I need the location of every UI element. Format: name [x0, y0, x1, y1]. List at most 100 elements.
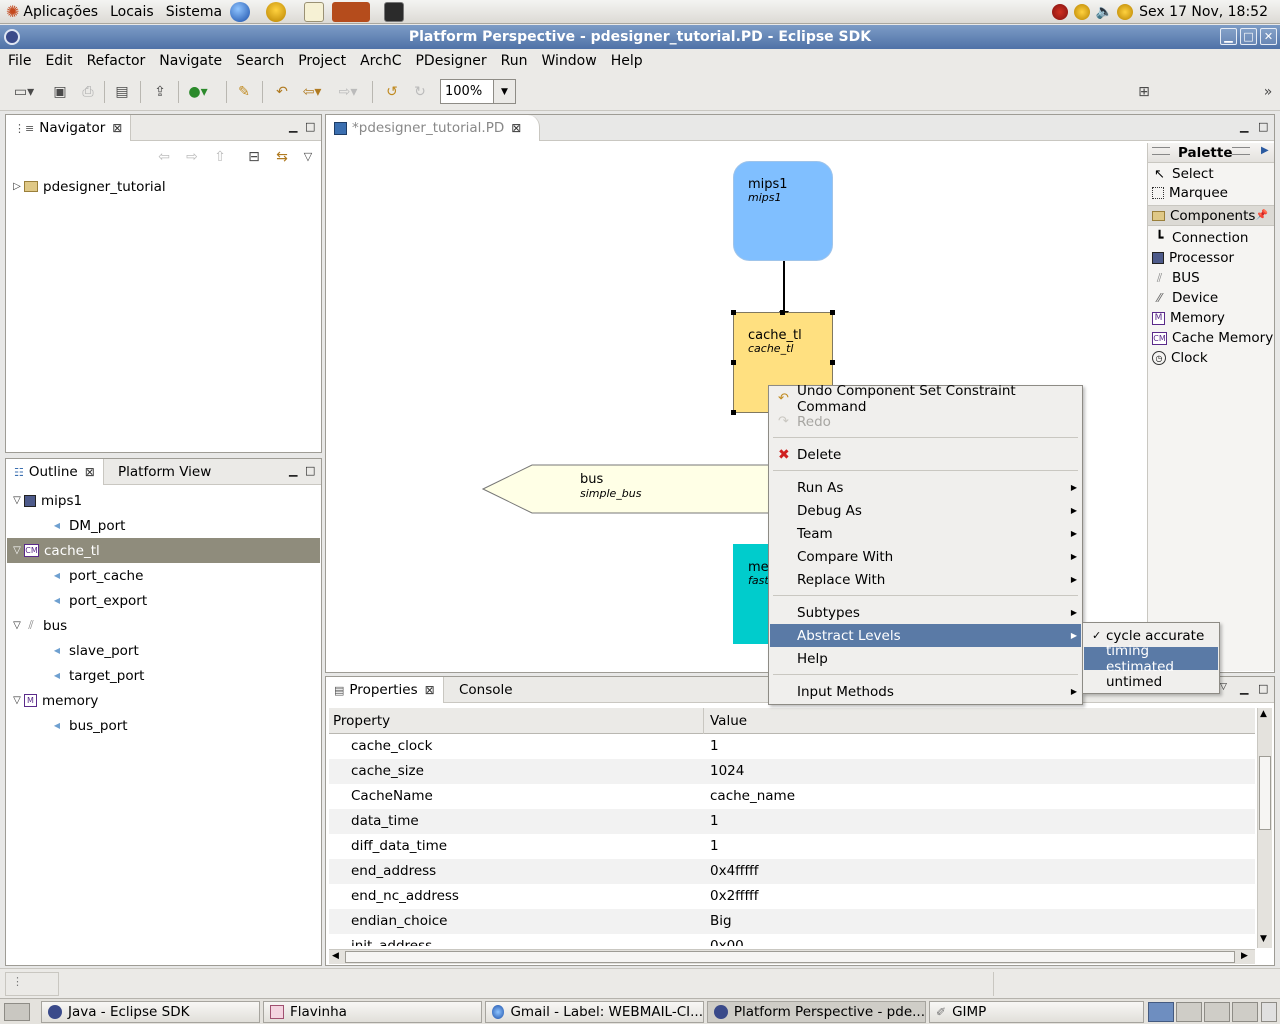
resize-handle[interactable]	[731, 410, 736, 415]
volume-icon[interactable]: 🔈	[1096, 4, 1113, 20]
maximize-icon[interactable]: □	[1258, 682, 1268, 695]
collapse-icon[interactable]: ▽	[10, 695, 24, 706]
table-row[interactable]: CacheName cache_name	[329, 784, 1255, 809]
tree-item-memory[interactable]: ▽ M memory	[10, 688, 98, 713]
menu-run[interactable]: Run	[494, 53, 535, 69]
places-menu[interactable]: Locais	[104, 4, 160, 20]
palette-tool-marquee[interactable]: Marquee	[1152, 183, 1228, 203]
scroll-down-icon[interactable]: ▼	[1260, 934, 1267, 944]
palette-drawer-components[interactable]: Components 📌	[1148, 205, 1274, 226]
zoom-dropdown-button[interactable]: ▼	[493, 80, 515, 103]
table-row[interactable]: end_nc_address 0x2fffff	[329, 884, 1255, 909]
property-value[interactable]: 0x2fffff	[710, 888, 759, 904]
save-icon[interactable]: ▣	[50, 82, 70, 102]
collapse-all-icon[interactable]: ⊟	[244, 147, 264, 167]
property-value[interactable]: cache_name	[710, 788, 795, 804]
table-row[interactable]: endian_choice Big	[329, 909, 1255, 934]
palette-collapse-icon[interactable]: ▶	[1261, 145, 1269, 156]
tab-console[interactable]: Console	[451, 677, 521, 703]
menu-item-abstract-levels[interactable]: Abstract Levels ▶	[770, 624, 1081, 647]
text-editor-launcher-icon[interactable]	[304, 1, 325, 22]
minimize-window-button[interactable]: ▁	[1220, 28, 1237, 45]
menu-item-subtypes[interactable]: Subtypes ▶	[770, 601, 1081, 624]
applications-menu[interactable]: ✺ Aplicações	[0, 2, 104, 21]
table-row[interactable]: diff_data_time 1	[329, 834, 1255, 859]
menu-item-replace-with[interactable]: Replace With ▶	[770, 568, 1081, 591]
table-row[interactable]: end_address 0x4fffff	[329, 859, 1255, 884]
resize-handle[interactable]	[731, 360, 736, 365]
property-value[interactable]: 1	[710, 738, 719, 754]
property-value[interactable]: 0x4fffff	[710, 863, 759, 879]
app-launcher-icon[interactable]	[332, 1, 371, 22]
tray-alert-icon[interactable]	[1051, 3, 1068, 20]
tray-messenger-icon[interactable]	[1073, 3, 1090, 20]
property-value[interactable]: Big	[710, 913, 732, 929]
menu-item-input-methods[interactable]: Input Methods ▶	[770, 680, 1081, 703]
table-row[interactable]: cache_size 1024	[329, 759, 1255, 784]
palette-item-cache-memory[interactable]: CM Cache Memory	[1152, 328, 1273, 348]
menu-item-team[interactable]: Team ▶	[770, 522, 1081, 545]
link-with-editor-icon[interactable]: ⇆	[272, 147, 292, 167]
maximize-window-button[interactable]: □	[1240, 28, 1257, 45]
pin-icon[interactable]: ✎	[234, 82, 254, 102]
pin-icon[interactable]: 📌	[1256, 210, 1268, 221]
back-icon[interactable]: ⇦▾	[302, 82, 322, 102]
tree-item-mips1[interactable]: ▽ mips1	[10, 488, 82, 513]
workspace-3[interactable]	[1204, 1002, 1230, 1022]
resize-handle[interactable]	[830, 310, 835, 315]
workspace-4[interactable]	[1232, 1002, 1258, 1022]
redo-toolbar-icon[interactable]: ↻	[410, 82, 430, 102]
menu-search[interactable]: Search	[229, 53, 291, 69]
column-header-value[interactable]: Value	[710, 713, 747, 729]
menu-pdesigner[interactable]: PDesigner	[408, 53, 493, 69]
menu-item-untimed[interactable]: untimed	[1084, 670, 1218, 693]
task-gmail[interactable]: Gmail - Label: WEBMAIL-CI...	[485, 1001, 704, 1023]
menu-help[interactable]: Help	[604, 53, 650, 69]
palette-item-connection[interactable]: ┗ Connection	[1152, 228, 1249, 248]
maximize-icon[interactable]: □	[305, 464, 315, 477]
tree-item-dm-port[interactable]: ◀ DM_port	[50, 513, 126, 538]
close-icon[interactable]: ⊠	[112, 121, 122, 135]
collapse-icon[interactable]: ▽	[10, 495, 24, 506]
palette-item-device[interactable]: ⁄⁄ Device	[1152, 288, 1218, 308]
window-titlebar[interactable]: Platform Perspective - pdesigner_tutoria…	[0, 25, 1280, 49]
resize-handle[interactable]	[830, 360, 835, 365]
new-wizard-icon[interactable]: ▭▾	[14, 82, 34, 102]
table-row[interactable]: cache_clock 1	[329, 734, 1255, 759]
palette-item-memory[interactable]: M Memory	[1152, 308, 1225, 328]
last-edit-icon[interactable]: ↶	[272, 82, 292, 102]
connection-line[interactable]	[783, 255, 785, 313]
table-row[interactable]: data_time 1	[329, 809, 1255, 834]
menu-archc[interactable]: ArchC	[353, 53, 408, 69]
task-gimp[interactable]: ✐ GIMP	[929, 1001, 1144, 1023]
properties-vertical-scrollbar[interactable]: ▲ ▼	[1257, 708, 1272, 948]
toolbar-overflow-icon[interactable]: »	[1258, 82, 1278, 102]
minimize-icon[interactable]: ▁	[1240, 120, 1248, 133]
close-window-button[interactable]: ✕	[1260, 28, 1277, 45]
scroll-left-icon[interactable]: ◀	[332, 951, 339, 961]
tree-item-target-port[interactable]: ◀ target_port	[50, 663, 145, 688]
tab-navigator[interactable]: ⋮≡ Navigator ⊠	[6, 115, 132, 141]
menu-item-delete[interactable]: ✖ Delete	[770, 443, 1081, 466]
minimize-icon[interactable]: ▁	[1240, 682, 1248, 695]
node-mips1[interactable]: mips1 mips1	[733, 161, 833, 261]
tab-outline[interactable]: ☷ Outline ⊠	[6, 459, 104, 485]
menu-file[interactable]: File	[0, 53, 38, 69]
menu-item-run-as[interactable]: Run As ▶	[770, 476, 1081, 499]
resize-handle[interactable]	[731, 310, 736, 315]
clock[interactable]: Sex 17 Nov, 18:52	[1139, 4, 1268, 20]
undo-toolbar-icon[interactable]: ↺	[382, 82, 402, 102]
workspace-2[interactable]	[1176, 1002, 1202, 1022]
collapse-icon[interactable]: ▽	[10, 545, 24, 556]
property-value[interactable]: 1024	[710, 763, 744, 779]
palette-item-processor[interactable]: Processor	[1152, 248, 1234, 268]
menu-window[interactable]: Window	[535, 53, 604, 69]
view-menu-icon[interactable]: ▽	[298, 146, 318, 166]
tree-item-slave-port[interactable]: ◀ slave_port	[50, 638, 139, 663]
palette-header[interactable]: Palette ▶	[1148, 143, 1274, 163]
task-platform-perspective[interactable]: Platform Perspective - pde...	[707, 1001, 926, 1023]
view-menu-icon[interactable]: ▽	[1220, 682, 1227, 692]
menu-item-redo[interactable]: ↷ Redo	[770, 410, 1081, 433]
trash-icon[interactable]	[1261, 1002, 1277, 1022]
resize-handle[interactable]	[780, 310, 785, 315]
